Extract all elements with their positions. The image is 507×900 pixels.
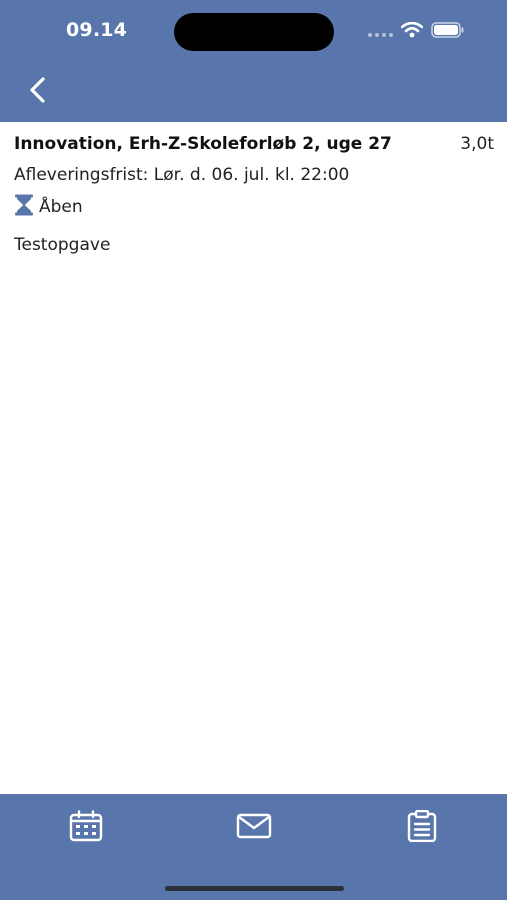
tab-bar: [0, 794, 507, 900]
chevron-left-icon: [27, 76, 49, 108]
signal-dots-icon: [367, 23, 393, 42]
status-text: Åben: [39, 197, 83, 217]
clipboard-icon: [407, 809, 437, 846]
assignment-hours: 3,0t: [460, 134, 494, 154]
calendar-icon: [69, 810, 103, 846]
home-indicator: [165, 886, 344, 891]
assignment-deadline: Afleveringsfrist: Lør. d. 06. jul. kl. 2…: [14, 165, 350, 185]
status-time: 09.14: [66, 19, 128, 41]
tab-calendar[interactable]: [64, 808, 108, 848]
battery-icon: [431, 22, 465, 42]
wifi-icon: [400, 21, 424, 42]
back-button[interactable]: [18, 72, 58, 112]
assignment-description: Testopgave: [14, 235, 111, 255]
tab-messages[interactable]: [232, 808, 276, 848]
hourglass-icon: [14, 194, 34, 220]
tab-assignments[interactable]: [400, 808, 444, 848]
dynamic-island: [174, 13, 334, 51]
assignment-header: Innovation, Erh-Z-Skoleforløb 2, uge 27 …: [14, 134, 494, 154]
assignment-status: Åben: [14, 194, 83, 220]
assignment-detail: Innovation, Erh-Z-Skoleforløb 2, uge 27 …: [0, 122, 507, 794]
mail-icon: [236, 813, 272, 843]
assignment-title: Innovation, Erh-Z-Skoleforløb 2, uge 27: [14, 134, 392, 154]
status-icons: [367, 21, 465, 42]
header-bar: 09.14: [0, 0, 507, 122]
